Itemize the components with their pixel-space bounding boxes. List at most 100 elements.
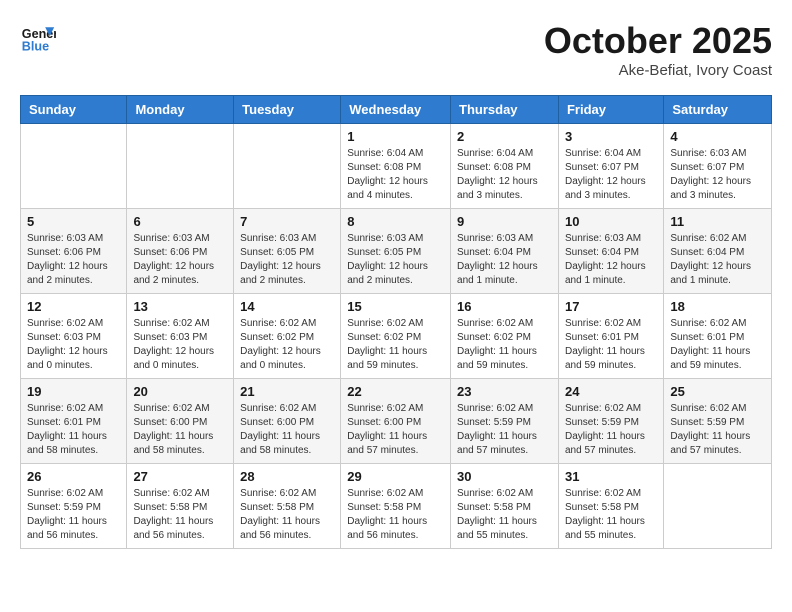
day-info: Sunrise: 6:02 AM Sunset: 6:01 PM Dayligh… bbox=[670, 317, 765, 373]
calendar-cell: 24 Sunrise: 6:02 AM Sunset: 5:59 PM Dayli… bbox=[558, 379, 663, 464]
page-header: General Blue October 2025 Ake-Befiat, Iv… bbox=[20, 20, 772, 79]
calendar-week-row: 19Sunrise: 6:02 AM Sunset: 6:01 PM Dayli… bbox=[21, 379, 772, 464]
day-info: Sunrise: 6:02 AM Sunset: 6:01 PM Dayligh… bbox=[565, 317, 657, 373]
calendar-cell: 4Sunrise: 6:03 AM Sunset: 6:07 PM Daylig… bbox=[664, 124, 772, 209]
day-number: 5 bbox=[27, 214, 120, 229]
day-info: Sunrise: 6:02 AM Sunset: 6:03 PM Dayligh… bbox=[133, 317, 227, 373]
weekday-header: Friday bbox=[558, 96, 663, 124]
day-number: 21 bbox=[240, 384, 334, 399]
calendar-cell: 1 Sunrise: 6:04 AM Sunset: 6:08 PM Daylig… bbox=[341, 124, 451, 209]
day-info: Sunrise: 6:04 AM Sunset: 6:08 PM Dayligh… bbox=[347, 147, 444, 203]
day-info: Sunrise: 6:03 AM Sunset: 6:04 PM Dayligh… bbox=[565, 232, 657, 288]
day-info: Sunrise: 6:02 AM Sunset: 6:04 PM Dayligh… bbox=[670, 232, 765, 288]
day-number: 11 bbox=[670, 214, 765, 229]
day-number: 29 bbox=[347, 469, 444, 484]
weekday-header-row: SundayMondayTuesdayWednesdayThursdayFrid… bbox=[21, 96, 772, 124]
calendar-cell: 30Sunrise: 6:02 AM Sunset: 5:58 PM Dayli… bbox=[451, 464, 559, 549]
calendar-cell: 15Sunrise: 6:02 AM Sunset: 6:02 PM Dayli… bbox=[341, 294, 451, 379]
calendar-cell: 29 Sunrise: 6:02 AM Sunset: 5:58 PM Dayli… bbox=[341, 464, 451, 549]
calendar-cell: 25Sunrise: 6:02 AM Sunset: 5:59 PM Dayli… bbox=[664, 379, 772, 464]
weekday-header: Sunday bbox=[21, 96, 127, 124]
calendar-title: October 2025 bbox=[544, 20, 772, 62]
calendar-cell: 2Sunrise: 6:04 AM Sunset: 6:08 PM Daylig… bbox=[451, 124, 559, 209]
calendar-cell: 28 Sunrise: 6:02 AM Sunset: 5:58 PM Dayli… bbox=[234, 464, 341, 549]
day-number: 6 bbox=[133, 214, 227, 229]
calendar-cell: 16 Sunrise: 6:02 AM Sunset: 6:02 PM Dayli… bbox=[451, 294, 559, 379]
calendar-cell: 3 Sunrise: 6:04 AM Sunset: 6:07 PM Daylig… bbox=[558, 124, 663, 209]
calendar-cell: 8 Sunrise: 6:03 AM Sunset: 6:05 PM Daylig… bbox=[341, 209, 451, 294]
calendar-table: SundayMondayTuesdayWednesdayThursdayFrid… bbox=[20, 95, 772, 549]
calendar-cell: 10Sunrise: 6:03 AM Sunset: 6:04 PM Dayli… bbox=[558, 209, 663, 294]
day-info: Sunrise: 6:03 AM Sunset: 6:04 PM Dayligh… bbox=[457, 232, 552, 288]
day-number: 24 bbox=[565, 384, 657, 399]
day-info: Sunrise: 6:02 AM Sunset: 5:58 PM Dayligh… bbox=[347, 487, 444, 543]
day-info: Sunrise: 6:02 AM Sunset: 5:59 PM Dayligh… bbox=[457, 402, 552, 458]
day-info: Sunrise: 6:03 AM Sunset: 6:06 PM Dayligh… bbox=[27, 232, 120, 288]
day-number: 13 bbox=[133, 299, 227, 314]
calendar-cell: 27 Sunrise: 6:02 AM Sunset: 5:58 PM Dayli… bbox=[127, 464, 234, 549]
day-number: 18 bbox=[670, 299, 765, 314]
day-info: Sunrise: 6:02 AM Sunset: 6:00 PM Dayligh… bbox=[347, 402, 444, 458]
calendar-week-row: 1 Sunrise: 6:04 AM Sunset: 6:08 PM Daylig… bbox=[21, 124, 772, 209]
day-number: 22 bbox=[347, 384, 444, 399]
calendar-week-row: 5 Sunrise: 6:03 AM Sunset: 6:06 PM Daylig… bbox=[21, 209, 772, 294]
day-info: Sunrise: 6:03 AM Sunset: 6:07 PM Dayligh… bbox=[670, 147, 765, 203]
logo-icon: General Blue bbox=[20, 20, 56, 56]
day-info: Sunrise: 6:02 AM Sunset: 5:58 PM Dayligh… bbox=[240, 487, 334, 543]
day-info: Sunrise: 6:03 AM Sunset: 6:05 PM Dayligh… bbox=[240, 232, 334, 288]
day-info: Sunrise: 6:04 AM Sunset: 6:08 PM Dayligh… bbox=[457, 147, 552, 203]
weekday-header: Wednesday bbox=[341, 96, 451, 124]
logo: General Blue bbox=[20, 20, 56, 56]
day-number: 12 bbox=[27, 299, 120, 314]
day-info: Sunrise: 6:02 AM Sunset: 5:58 PM Dayligh… bbox=[133, 487, 227, 543]
weekday-header: Monday bbox=[127, 96, 234, 124]
day-info: Sunrise: 6:02 AM Sunset: 5:59 PM Dayligh… bbox=[27, 487, 120, 543]
day-number: 28 bbox=[240, 469, 334, 484]
calendar-cell bbox=[234, 124, 341, 209]
day-number: 14 bbox=[240, 299, 334, 314]
calendar-cell: 5 Sunrise: 6:03 AM Sunset: 6:06 PM Daylig… bbox=[21, 209, 127, 294]
day-number: 17 bbox=[565, 299, 657, 314]
day-number: 25 bbox=[670, 384, 765, 399]
day-info: Sunrise: 6:03 AM Sunset: 6:05 PM Dayligh… bbox=[347, 232, 444, 288]
day-info: Sunrise: 6:02 AM Sunset: 5:58 PM Dayligh… bbox=[565, 487, 657, 543]
calendar-cell bbox=[21, 124, 127, 209]
calendar-week-row: 12 Sunrise: 6:02 AM Sunset: 6:03 PM Dayli… bbox=[21, 294, 772, 379]
day-number: 8 bbox=[347, 214, 444, 229]
calendar-cell: 11 Sunrise: 6:02 AM Sunset: 6:04 PM Dayli… bbox=[664, 209, 772, 294]
day-number: 1 bbox=[347, 129, 444, 144]
calendar-cell: 13 Sunrise: 6:02 AM Sunset: 6:03 PM Dayli… bbox=[127, 294, 234, 379]
calendar-cell: 7 Sunrise: 6:03 AM Sunset: 6:05 PM Daylig… bbox=[234, 209, 341, 294]
calendar-cell: 9 Sunrise: 6:03 AM Sunset: 6:04 PM Daylig… bbox=[451, 209, 559, 294]
calendar-cell: 18 Sunrise: 6:02 AM Sunset: 6:01 PM Dayli… bbox=[664, 294, 772, 379]
day-info: Sunrise: 6:02 AM Sunset: 5:59 PM Dayligh… bbox=[565, 402, 657, 458]
calendar-week-row: 26 Sunrise: 6:02 AM Sunset: 5:59 PM Dayli… bbox=[21, 464, 772, 549]
day-info: Sunrise: 6:02 AM Sunset: 6:02 PM Dayligh… bbox=[457, 317, 552, 373]
day-number: 26 bbox=[27, 469, 120, 484]
day-info: Sunrise: 6:02 AM Sunset: 6:02 PM Dayligh… bbox=[347, 317, 444, 373]
day-number: 9 bbox=[457, 214, 552, 229]
day-number: 23 bbox=[457, 384, 552, 399]
weekday-header: Saturday bbox=[664, 96, 772, 124]
svg-text:Blue: Blue bbox=[22, 40, 49, 54]
day-number: 16 bbox=[457, 299, 552, 314]
day-info: Sunrise: 6:02 AM Sunset: 6:03 PM Dayligh… bbox=[27, 317, 120, 373]
weekday-header: Thursday bbox=[451, 96, 559, 124]
day-number: 7 bbox=[240, 214, 334, 229]
calendar-cell: 21Sunrise: 6:02 AM Sunset: 6:00 PM Dayli… bbox=[234, 379, 341, 464]
day-number: 27 bbox=[133, 469, 227, 484]
day-info: Sunrise: 6:02 AM Sunset: 6:02 PM Dayligh… bbox=[240, 317, 334, 373]
calendar-cell bbox=[664, 464, 772, 549]
calendar-cell: 26 Sunrise: 6:02 AM Sunset: 5:59 PM Dayli… bbox=[21, 464, 127, 549]
day-number: 20 bbox=[133, 384, 227, 399]
calendar-subtitle: Ake-Befiat, Ivory Coast bbox=[544, 62, 772, 79]
calendar-cell: 17 Sunrise: 6:02 AM Sunset: 6:01 PM Dayli… bbox=[558, 294, 663, 379]
day-info: Sunrise: 6:03 AM Sunset: 6:06 PM Dayligh… bbox=[133, 232, 227, 288]
day-info: Sunrise: 6:04 AM Sunset: 6:07 PM Dayligh… bbox=[565, 147, 657, 203]
calendar-cell: 22 Sunrise: 6:02 AM Sunset: 6:00 PM Dayli… bbox=[341, 379, 451, 464]
day-info: Sunrise: 6:02 AM Sunset: 5:58 PM Dayligh… bbox=[457, 487, 552, 543]
weekday-header: Tuesday bbox=[234, 96, 341, 124]
day-number: 3 bbox=[565, 129, 657, 144]
calendar-cell: 12 Sunrise: 6:02 AM Sunset: 6:03 PM Dayli… bbox=[21, 294, 127, 379]
title-block: October 2025 Ake-Befiat, Ivory Coast bbox=[544, 20, 772, 79]
